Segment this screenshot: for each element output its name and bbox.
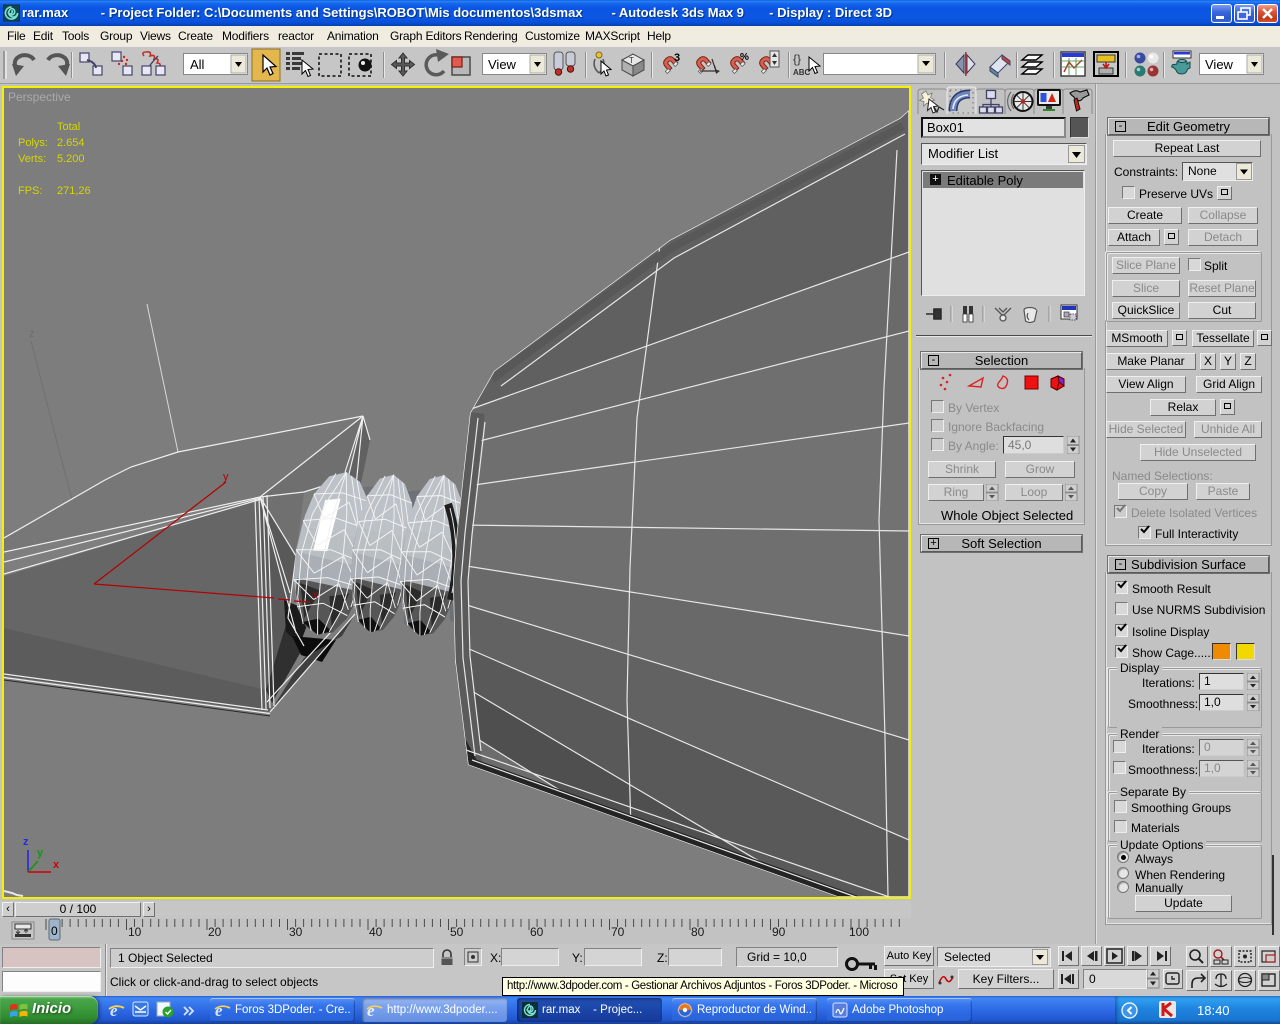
svg-text:All: All [190,57,205,72]
svg-text:z: z [29,328,35,340]
svg-text:e: e [110,1001,118,1020]
svg-text:x: x [53,859,60,871]
svg-text:Perspective: Perspective [8,90,71,104]
svg-text:e: e [215,1001,223,1020]
svg-text:Polys:: Polys: [18,137,48,149]
svg-text:20: 20 [208,925,222,939]
svg-text:10: 10 [128,925,142,939]
svg-text:e: e [367,1001,375,1020]
svg-text:3: 3 [674,52,680,64]
svg-text:T: T [629,56,634,65]
svg-text:y: y [37,847,44,859]
svg-text:Total: Total [57,121,80,133]
svg-text:30: 30 [289,925,303,939]
svg-text:50: 50 [450,925,464,939]
svg-text:60: 60 [530,925,544,939]
svg-text:FPS:: FPS: [18,185,42,197]
svg-text:70: 70 [611,925,625,939]
svg-text:View: View [488,57,517,72]
svg-text:View: View [1205,57,1234,72]
svg-text:100: 100 [849,925,869,939]
svg-text:z: z [23,836,29,848]
svg-text:90: 90 [772,925,786,939]
svg-text:Verts:: Verts: [18,153,46,165]
svg-text:%: % [740,52,749,63]
svg-text:0: 0 [51,924,58,938]
svg-text:{}: {} [793,52,801,66]
svg-text:271,26: 271,26 [57,185,91,197]
svg-text:5.200: 5.200 [57,153,85,165]
svg-text:y: y [223,471,229,483]
svg-text:40: 40 [369,925,383,939]
svg-text:2.654: 2.654 [57,137,85,149]
svg-text:ABC: ABC [793,68,811,77]
svg-text:x: x [312,589,318,601]
svg-text:80: 80 [691,925,705,939]
